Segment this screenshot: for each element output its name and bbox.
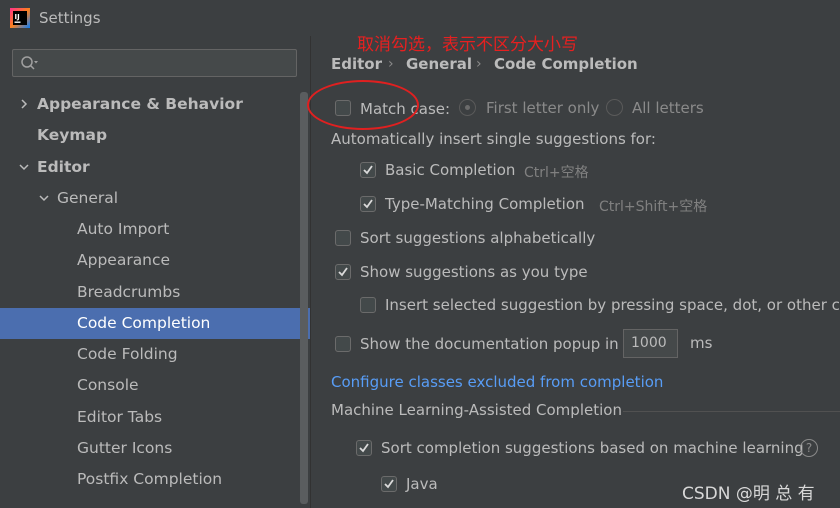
configure-classes-link[interactable]: Configure classes excluded from completi… — [331, 373, 663, 391]
insert-selected-checkbox[interactable] — [360, 297, 376, 313]
tree-item-label: Console — [77, 376, 139, 394]
type-matching-shortcut: Ctrl+Shift+空格 — [599, 199, 708, 215]
tree-item-console[interactable]: Console — [0, 370, 310, 401]
checkmark-icon — [359, 443, 369, 453]
breadcrumb-item-editor[interactable]: Editor — [331, 55, 382, 73]
tree-item-appearance[interactable]: Appearance — [0, 245, 310, 276]
checkmark-icon — [363, 199, 373, 209]
basic-completion-shortcut: Ctrl+空格 — [524, 165, 589, 181]
help-icon[interactable]: ? — [800, 439, 818, 457]
doc-popup-unit: ms — [690, 334, 713, 352]
tree-item-label: Auto Import — [77, 220, 170, 238]
tree-item-label: Appearance & Behavior — [37, 95, 243, 113]
breadcrumb-item-code-completion: Code Completion — [494, 55, 638, 73]
ml-sort-label: Sort completion suggestions based on mac… — [381, 439, 804, 457]
ml-sort-checkbox[interactable] — [356, 440, 372, 456]
insert-selected-label: Insert selected suggestion by pressing s… — [385, 296, 840, 314]
type-matching-label: Type-Matching Completion — [385, 195, 585, 213]
svg-text:IJ: IJ — [15, 13, 20, 21]
breadcrumb-separator-icon: › — [476, 56, 482, 72]
tree-item-auto-import[interactable]: Auto Import — [0, 214, 310, 245]
type-matching-checkbox[interactable] — [360, 196, 376, 212]
checkmark-icon — [363, 165, 373, 175]
chevron-down-icon — [19, 164, 29, 171]
doc-popup-checkbox[interactable] — [335, 336, 351, 352]
search-input[interactable] — [12, 49, 297, 77]
tree-item-postfix-completion[interactable]: Postfix Completion — [0, 464, 310, 495]
auto-insert-heading: Automatically insert single suggestions … — [331, 130, 656, 148]
annotation-text: 取消勾选，表示不区分大小写 — [357, 35, 578, 55]
search-icon — [21, 56, 38, 70]
tree-item-label: Editor Tabs — [77, 408, 163, 426]
doc-popup-label: Show the documentation popup in — [360, 335, 619, 353]
ml-section-heading: Machine Learning-Assisted Completion — [331, 401, 622, 419]
sort-alphabetically-label: Sort suggestions alphabetically — [360, 229, 596, 247]
tree-item-label: Postfix Completion — [77, 470, 223, 488]
tree-item-label: Breadcrumbs — [77, 283, 181, 301]
first-letter-only-radio[interactable] — [459, 99, 476, 116]
ml-section-divider — [623, 411, 840, 412]
tree-item-label: Gutter Icons — [77, 439, 173, 457]
tree-item-appearance-behavior[interactable]: Appearance & Behavior — [0, 89, 310, 120]
tree-item-code-folding[interactable]: Code Folding — [0, 339, 310, 370]
doc-popup-delay-input[interactable]: 1000 — [623, 329, 678, 358]
tree-item-breadcrumbs[interactable]: Breadcrumbs — [0, 277, 310, 308]
tree-item-editor[interactable]: Editor — [0, 152, 310, 183]
all-letters-radio[interactable] — [606, 99, 623, 116]
checkmark-icon — [338, 267, 348, 277]
tree-scrollbar[interactable] — [300, 92, 308, 504]
watermark-text: CSDN @明 总 有 — [682, 484, 815, 504]
tree-item-label: Editor — [37, 158, 90, 176]
tree-item-editor-tabs[interactable]: Editor Tabs — [0, 402, 310, 433]
tree-item-label: Keymap — [37, 126, 108, 144]
checkmark-icon — [384, 479, 394, 489]
tree-item-label: Code Completion — [77, 314, 211, 332]
show-as-you-type-label: Show suggestions as you type — [360, 263, 588, 281]
java-checkbox[interactable] — [381, 476, 397, 492]
all-letters-label: All letters — [632, 99, 704, 117]
annotation-ellipse — [307, 80, 419, 130]
java-label: Java — [406, 475, 438, 493]
intellij-app-icon: IJ — [10, 8, 30, 28]
tree-item-label: Appearance — [77, 251, 171, 269]
basic-completion-label: Basic Completion — [385, 161, 516, 179]
first-letter-only-label: First letter only — [486, 99, 600, 117]
tree-item-gutter-icons[interactable]: Gutter Icons — [0, 433, 310, 464]
settings-tree-panel: Appearance & Behavior Keymap Editor Gene… — [0, 36, 310, 508]
chevron-down-icon — [39, 195, 49, 202]
tree-item-label: General — [57, 189, 119, 207]
breadcrumb-separator-icon: › — [388, 56, 394, 72]
show-as-you-type-checkbox[interactable] — [335, 264, 351, 280]
tree-item-keymap[interactable]: Keymap — [0, 120, 310, 151]
chevron-right-icon — [21, 99, 28, 109]
tree-item-general[interactable]: General — [0, 183, 310, 214]
basic-completion-checkbox[interactable] — [360, 162, 376, 178]
window-title: Settings — [39, 9, 101, 27]
tree-item-code-completion[interactable]: Code Completion — [0, 308, 310, 339]
breadcrumb-item-general[interactable]: General — [406, 55, 472, 73]
tree-item-label: Code Folding — [77, 345, 178, 363]
sort-alphabetically-checkbox[interactable] — [335, 230, 351, 246]
